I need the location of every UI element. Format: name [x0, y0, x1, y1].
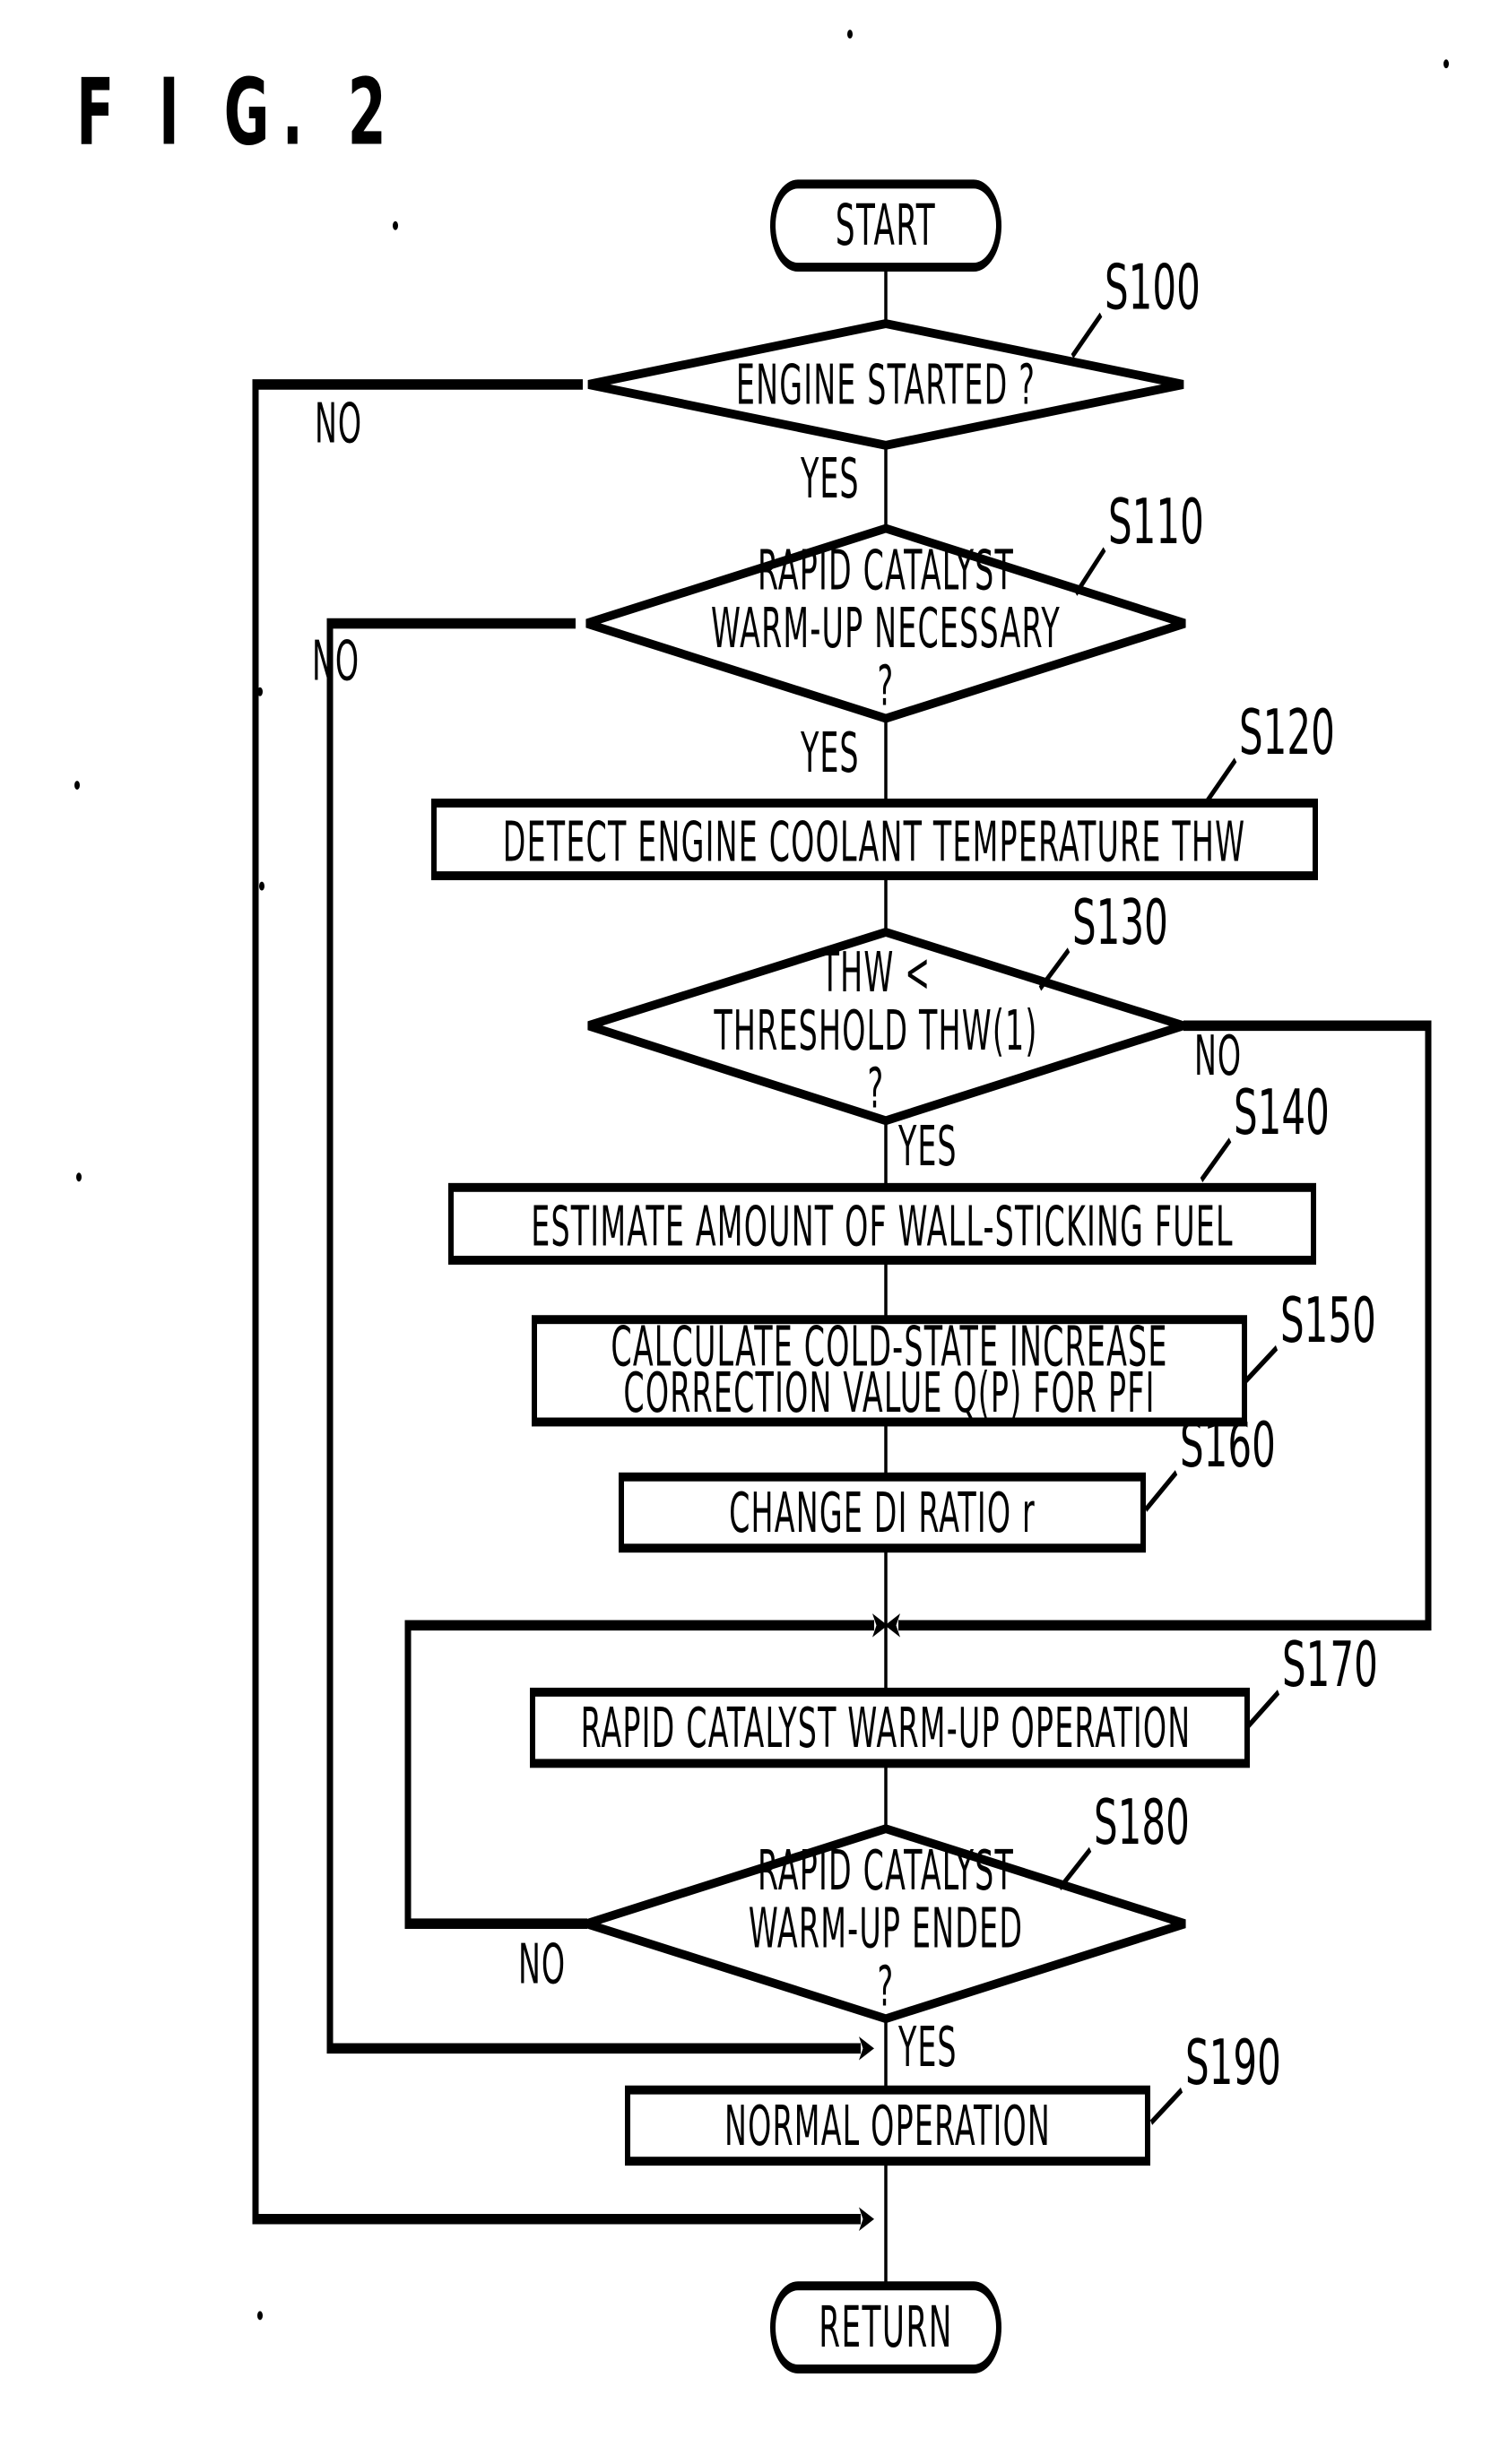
s130-text-line-2: THRESHOLD THW(1)	[714, 999, 1038, 1062]
s110-text-line-2: WARM-UP NECESSARY	[711, 596, 1061, 660]
s190-step-label: S190	[1185, 2027, 1281, 2099]
node-s190[interactable]: NORMAL OPERATION	[625, 2085, 1150, 2166]
scan-speck	[259, 881, 264, 891]
s170-step-label: S170	[1282, 1629, 1378, 1701]
s100-no-label: NO	[315, 392, 362, 455]
patent-figure: F I G. 2 START ENGINE STARTED ? S100 NO …	[0, 0, 1491, 2464]
s180-no-label: NO	[518, 1932, 566, 1996]
scan-speck	[393, 220, 398, 230]
s110-text-line-3: ?	[878, 654, 895, 718]
s100-step-label: S100	[1105, 251, 1201, 324]
s120-text-line-1: DETECT ENGINE COOLANT TEMPERATURE THW	[503, 810, 1246, 874]
s160-text-line-1: CHANGE DI RATIO r	[729, 1481, 1036, 1544]
s110-step-label: S110	[1108, 486, 1204, 558]
s180-leader-line	[1058, 1846, 1092, 1891]
s180-text-line-3: ?	[878, 1954, 895, 2018]
s190-text-line-1: NORMAL OPERATION	[724, 2094, 1051, 2157]
s130-text-line-3: ?	[868, 1056, 885, 1120]
s100-leader-line	[1071, 312, 1103, 359]
s110-no-label: NO	[312, 629, 360, 693]
s180-step-label: S180	[1094, 1786, 1190, 1859]
s190-leader-line	[1149, 2087, 1183, 2125]
s120-leader-line	[1205, 757, 1237, 804]
return-terminal-label: RETURN	[819, 2295, 953, 2361]
s140-leader-line	[1200, 1137, 1232, 1183]
s170-leader-line	[1246, 1690, 1280, 1729]
s150-leader-line	[1244, 1344, 1279, 1383]
s170-text-line-1: RAPID CATALYST WARM-UP OPERATION	[581, 1696, 1192, 1759]
s180-text-line-2: WARM-UP ENDED	[749, 1897, 1023, 1960]
node-return[interactable]: RETURN	[770, 2281, 1001, 2373]
s130-text-line-1: THW <	[820, 940, 931, 1004]
scan-speck	[1443, 59, 1449, 69]
node-s170[interactable]: RAPID CATALYST WARM-UP OPERATION	[530, 1687, 1250, 1768]
node-start[interactable]: START	[770, 179, 1001, 272]
node-s140[interactable]: ESTIMATE AMOUNT OF WALL-STICKING FUEL	[448, 1182, 1316, 1265]
s160-step-label: S160	[1180, 1409, 1276, 1482]
s150-step-label: S150	[1280, 1284, 1376, 1357]
start-terminal-label: START	[836, 194, 936, 259]
flowchart-diagram: F I G. 2 START ENGINE STARTED ? S100 NO …	[74, 30, 1449, 2373]
s110-yes-label: YES	[800, 721, 859, 784]
node-s160[interactable]: CHANGE DI RATIO r	[619, 1472, 1146, 1553]
s130-step-label: S130	[1072, 886, 1168, 959]
s100-yes-label: YES	[800, 446, 859, 510]
scan-speck	[257, 2311, 263, 2321]
s100-text-line-1: ENGINE STARTED ?	[736, 353, 1036, 417]
s140-text-line-1: ESTIMATE AMOUNT OF WALL-STICKING FUEL	[531, 1195, 1234, 1258]
s110-leader-line	[1074, 547, 1106, 596]
s120-step-label: S120	[1239, 696, 1335, 769]
node-s110[interactable]: RAPID CATALYST WARM-UP NECESSARY ?	[585, 523, 1186, 723]
s130-yes-label: YES	[897, 1114, 957, 1178]
s180-text-line-1: RAPID CATALYST	[758, 1838, 1014, 1902]
s150-text-line-2: CORRECTION VALUE Q(P) FOR PFI	[623, 1361, 1155, 1424]
node-s100[interactable]: ENGINE STARTED ?	[587, 319, 1184, 450]
scan-speck	[76, 1172, 82, 1182]
scan-speck	[847, 30, 853, 39]
node-s120[interactable]: DETECT ENGINE COOLANT TEMPERATURE THW	[431, 798, 1318, 881]
s140-step-label: S140	[1234, 1076, 1330, 1149]
scan-speck	[74, 781, 80, 791]
node-s150[interactable]: CALCULATE COLD-STATE INCREASE CORRECTION…	[532, 1315, 1247, 1427]
s180-yes-label: YES	[897, 2015, 957, 2079]
node-s130[interactable]: THW < THRESHOLD THW(1) ?	[587, 927, 1184, 1126]
page-title: F I G. 2	[76, 59, 399, 167]
s160-leader-line	[1144, 1470, 1178, 1512]
s110-text-line-1: RAPID CATALYST	[758, 539, 1014, 602]
